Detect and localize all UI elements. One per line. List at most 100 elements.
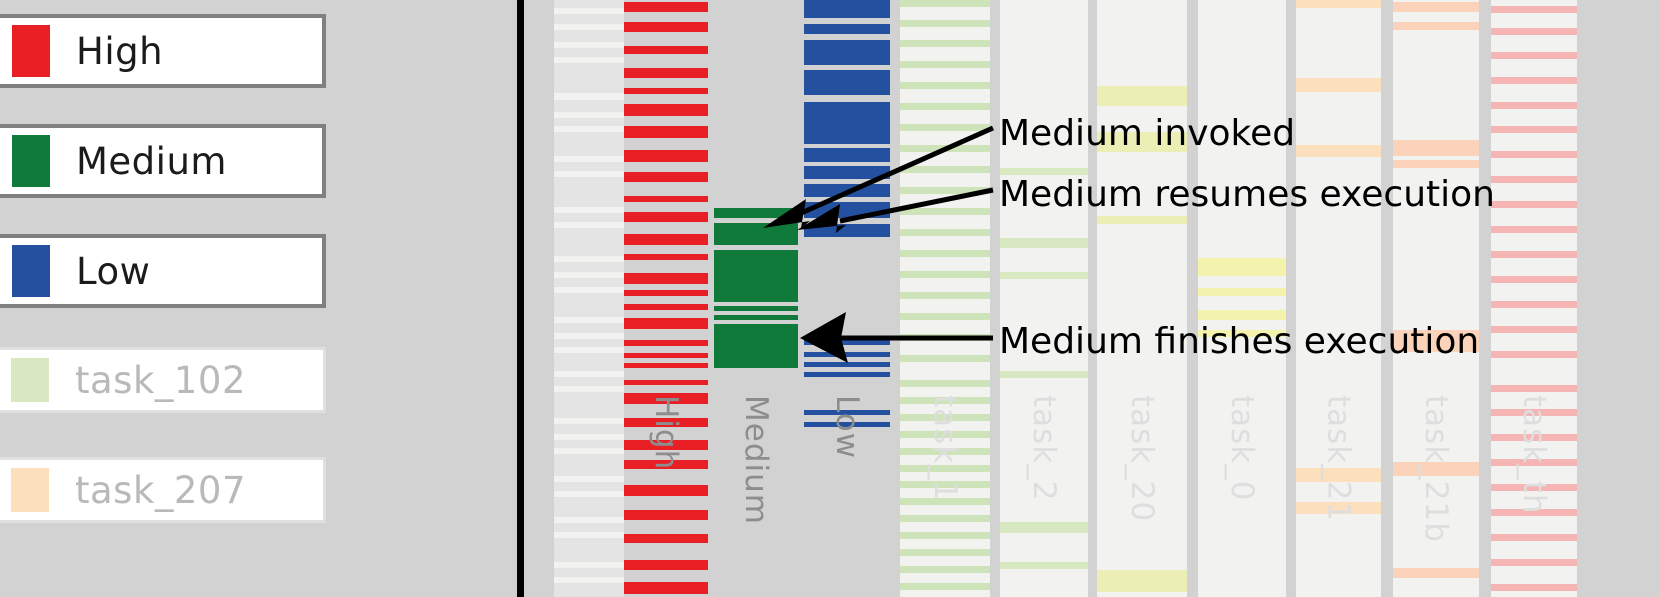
bar-segment bbox=[1491, 176, 1577, 183]
bar-segment bbox=[900, 20, 990, 27]
bar-segment bbox=[804, 24, 890, 34]
bar-segment bbox=[1296, 0, 1381, 8]
bar-segment bbox=[804, 40, 890, 65]
bar-segment bbox=[624, 212, 708, 222]
legend-item-task_102[interactable]: task_102 bbox=[0, 347, 326, 413]
bar-segment bbox=[624, 234, 708, 245]
bar-segment bbox=[714, 324, 798, 368]
bar-segment bbox=[624, 88, 708, 94]
col-low[interactable]: Low bbox=[804, 0, 890, 597]
bar-segment bbox=[1491, 301, 1577, 308]
column-label: task_0 bbox=[1224, 395, 1260, 502]
legend-label: task_102 bbox=[75, 358, 247, 402]
bar-segment bbox=[1491, 77, 1577, 84]
column-label: Low bbox=[829, 395, 865, 460]
legend-item-medium[interactable]: Medium bbox=[0, 124, 326, 198]
bar-segment bbox=[900, 355, 990, 362]
bar-segment bbox=[624, 304, 708, 310]
bar-segment bbox=[1097, 86, 1187, 106]
column-label: High bbox=[648, 395, 684, 471]
column-label-wrap: Medium bbox=[714, 387, 798, 597]
bar-segment bbox=[900, 82, 990, 89]
bar-segment bbox=[900, 103, 990, 110]
bar-segment bbox=[1296, 145, 1381, 157]
col-high[interactable]: High bbox=[624, 0, 708, 597]
column-label: task_2 bbox=[1026, 395, 1062, 502]
bar-segment bbox=[624, 22, 708, 32]
column-label-wrap: High bbox=[624, 387, 708, 597]
col-medium[interactable]: Medium bbox=[714, 0, 798, 597]
bar-segment bbox=[804, 202, 890, 218]
column-label-wrap: task_0 bbox=[1198, 387, 1286, 597]
col-task-f[interactable]: task_21b bbox=[1393, 0, 1479, 597]
legend-swatch-task_102 bbox=[11, 358, 49, 402]
bar-segment bbox=[900, 166, 990, 173]
bar-segment bbox=[1000, 371, 1088, 378]
bar-segment bbox=[1491, 52, 1577, 59]
bar-segment bbox=[624, 353, 708, 358]
column-label: task_1 bbox=[927, 395, 963, 502]
legend-item-task_207[interactable]: task_207 bbox=[0, 457, 326, 523]
column-label-wrap: task_th bbox=[1491, 387, 1577, 597]
bar-segment bbox=[804, 70, 890, 95]
bar-segment bbox=[714, 306, 798, 311]
legend-swatch-task_207 bbox=[11, 468, 49, 512]
bar-segment bbox=[1393, 140, 1479, 156]
col-blank-left[interactable] bbox=[532, 0, 554, 597]
bar-segment bbox=[900, 292, 990, 299]
bar-segment bbox=[804, 224, 890, 237]
bar-segment bbox=[714, 223, 798, 245]
bar-segment bbox=[804, 372, 890, 377]
bar-segment bbox=[1198, 310, 1286, 320]
bar-segment bbox=[624, 273, 708, 284]
bar-segment bbox=[804, 184, 890, 197]
bar-segment bbox=[900, 380, 990, 387]
col-task-g[interactable]: task_th bbox=[1491, 0, 1577, 597]
legend-label: High bbox=[76, 29, 164, 73]
bar-segment bbox=[624, 380, 708, 385]
bar-segment bbox=[624, 196, 708, 202]
column-label: task_21b bbox=[1418, 395, 1454, 543]
bar-segment bbox=[1097, 216, 1187, 224]
bar-segment bbox=[1000, 238, 1088, 248]
legend-label: Low bbox=[76, 249, 151, 293]
col-task-b[interactable]: task_2 bbox=[1000, 0, 1088, 597]
bar-segment bbox=[900, 271, 990, 278]
bar-segment bbox=[900, 187, 990, 194]
bar-segment bbox=[900, 313, 990, 320]
bar-segment bbox=[624, 46, 708, 54]
bar-segment bbox=[1491, 326, 1577, 333]
bar-segment bbox=[804, 362, 890, 367]
bar-segment bbox=[900, 229, 990, 236]
bar-segment bbox=[1491, 6, 1577, 13]
col-task-d[interactable]: task_0 bbox=[1198, 0, 1286, 597]
bar-segment bbox=[1393, 22, 1479, 30]
bar-segment bbox=[1393, 160, 1479, 168]
col-task-c[interactable]: task_20 bbox=[1097, 0, 1187, 597]
bar-segment bbox=[900, 208, 990, 215]
legend-item-low[interactable]: Low bbox=[0, 234, 326, 308]
bar-segment bbox=[714, 250, 798, 302]
bar-segment bbox=[1393, 2, 1479, 12]
column-label: task_21 bbox=[1320, 395, 1357, 523]
bar-segment bbox=[1393, 330, 1479, 352]
col-task-a[interactable]: task_1 bbox=[900, 0, 990, 597]
bar-segment bbox=[1491, 226, 1577, 233]
bar-segment bbox=[900, 145, 990, 152]
legend-label: Medium bbox=[76, 139, 227, 183]
bar-segment bbox=[714, 315, 798, 320]
panel-divider bbox=[517, 0, 524, 597]
bar-segment bbox=[714, 208, 798, 218]
legend-item-high[interactable]: High bbox=[0, 14, 326, 88]
bar-segment bbox=[624, 340, 708, 346]
bar-segment bbox=[624, 172, 708, 182]
bar-segment bbox=[1491, 251, 1577, 258]
bar-segment bbox=[1491, 151, 1577, 158]
bar-segment bbox=[1296, 78, 1381, 92]
bar-segment bbox=[1000, 168, 1088, 175]
bar-segment bbox=[804, 340, 890, 345]
bar-segment bbox=[1491, 276, 1577, 283]
col-task-e[interactable]: task_21 bbox=[1296, 0, 1381, 597]
bar-segment bbox=[1198, 330, 1286, 337]
bar-segment bbox=[804, 0, 890, 18]
